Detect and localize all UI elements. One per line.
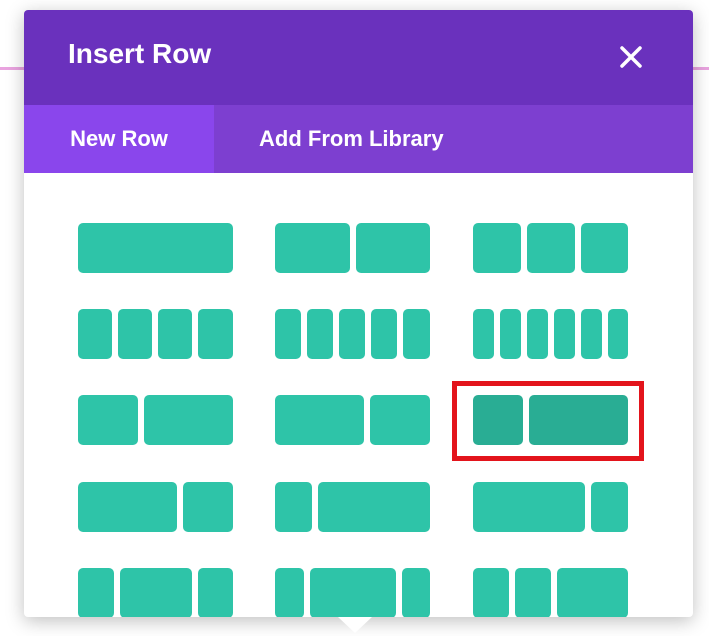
layout-1-col[interactable]: [78, 223, 233, 273]
layout-column-block: [500, 309, 521, 359]
layout-1-4x4[interactable]: [78, 309, 233, 359]
layout-column-block: [339, 309, 365, 359]
layout-column-block: [515, 568, 551, 617]
layout-1-4-3-4[interactable]: [275, 482, 430, 532]
layout-column-block: [275, 568, 304, 617]
modal-header: Insert Row: [24, 10, 693, 105]
layout-column-block: [473, 309, 494, 359]
layout-column-block: [275, 309, 301, 359]
layout-column-block: [403, 309, 430, 359]
layout-column-block: [473, 223, 521, 273]
layout-column-block: [310, 568, 396, 617]
layout-column-block: [527, 309, 548, 359]
layout-column-block: [608, 309, 628, 359]
layout-column-block: [371, 309, 397, 359]
layout-column-block: [356, 223, 430, 273]
layout-column-block: [120, 568, 192, 617]
layout-2-3-1-3[interactable]: [78, 482, 233, 532]
layout-1-3-2-3[interactable]: [473, 395, 628, 445]
layout-column-block: [118, 309, 152, 359]
layout-column-block: [473, 395, 523, 445]
layout-column-block: [581, 223, 628, 273]
modal-tabs: New Row Add From Library: [24, 105, 693, 173]
layout-1-5-3-5-1-5[interactable]: [275, 568, 430, 617]
layout-column-block: [473, 482, 585, 532]
layout-column-block: [591, 482, 628, 532]
insert-row-modal: Insert Row New Row Add From Library: [24, 10, 693, 617]
layout-column-block: [198, 568, 233, 617]
modal-pointer-arrow: [338, 617, 372, 633]
close-button[interactable]: [614, 40, 648, 74]
layout-column-block: [318, 482, 430, 532]
layout-1-4-1-4-1-2[interactable]: [473, 568, 628, 617]
layout-column-block: [557, 568, 628, 617]
layout-1-6x6[interactable]: [473, 309, 628, 359]
layout-column-block: [554, 309, 575, 359]
layout-column-block: [370, 395, 430, 445]
layout-1-5x5[interactable]: [275, 309, 430, 359]
layout-column-block: [581, 309, 602, 359]
layout-column-block: [527, 223, 575, 273]
layout-column-block: [158, 309, 192, 359]
layout-column-block: [144, 395, 233, 445]
layout-column-block: [183, 482, 233, 532]
tab-new-row[interactable]: New Row: [24, 105, 214, 173]
layout-column-block: [275, 223, 350, 273]
layout-1-2-1-2[interactable]: [275, 223, 430, 273]
layout-column-block: [275, 395, 364, 445]
layout-column-block: [307, 309, 333, 359]
layout-column-block: [198, 309, 233, 359]
layout-column-block: [275, 482, 312, 532]
layout-column-block: [402, 568, 430, 617]
layout-3-5-2-5[interactable]: [275, 395, 430, 445]
layout-column-block: [78, 309, 112, 359]
layout-column-block: [78, 568, 114, 617]
layout-column-block: [78, 223, 233, 273]
layout-column-block: [78, 482, 177, 532]
layout-1-4-1-2-1-4[interactable]: [78, 568, 233, 617]
layout-column-block: [529, 395, 628, 445]
layout-column-block: [78, 395, 138, 445]
layout-2-5-3-5[interactable]: [78, 395, 233, 445]
layout-column-block: [473, 568, 509, 617]
layout-3-4-1-4[interactable]: [473, 482, 628, 532]
layout-1-3x3[interactable]: [473, 223, 628, 273]
modal-title: Insert Row: [68, 38, 212, 69]
row-layout-grid: [24, 173, 693, 617]
close-icon: [620, 46, 642, 68]
tab-add-from-library[interactable]: Add From Library: [259, 105, 444, 173]
